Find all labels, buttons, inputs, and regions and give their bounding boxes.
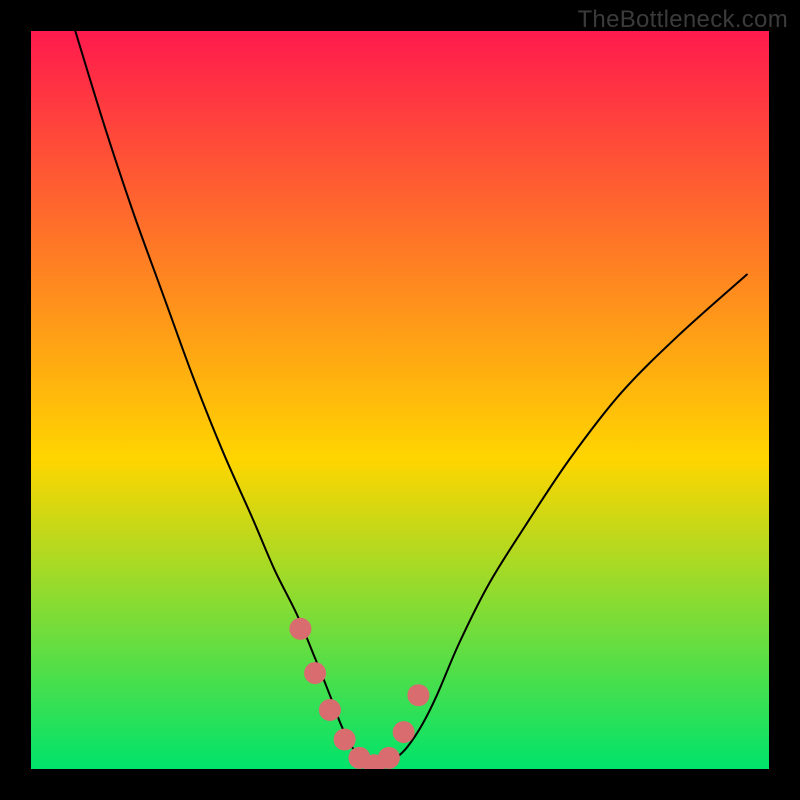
chart-outer-frame: TheBottleneck.com [0,0,800,800]
bottleneck-plot [31,31,769,769]
highlight-marker [304,662,326,684]
highlight-marker [289,618,311,640]
highlight-marker [378,747,400,769]
highlight-marker [407,684,429,706]
highlight-marker [334,729,356,751]
plot-background [31,31,769,769]
highlight-marker [319,699,341,721]
highlight-marker [393,721,415,743]
site-watermark: TheBottleneck.com [577,6,788,34]
